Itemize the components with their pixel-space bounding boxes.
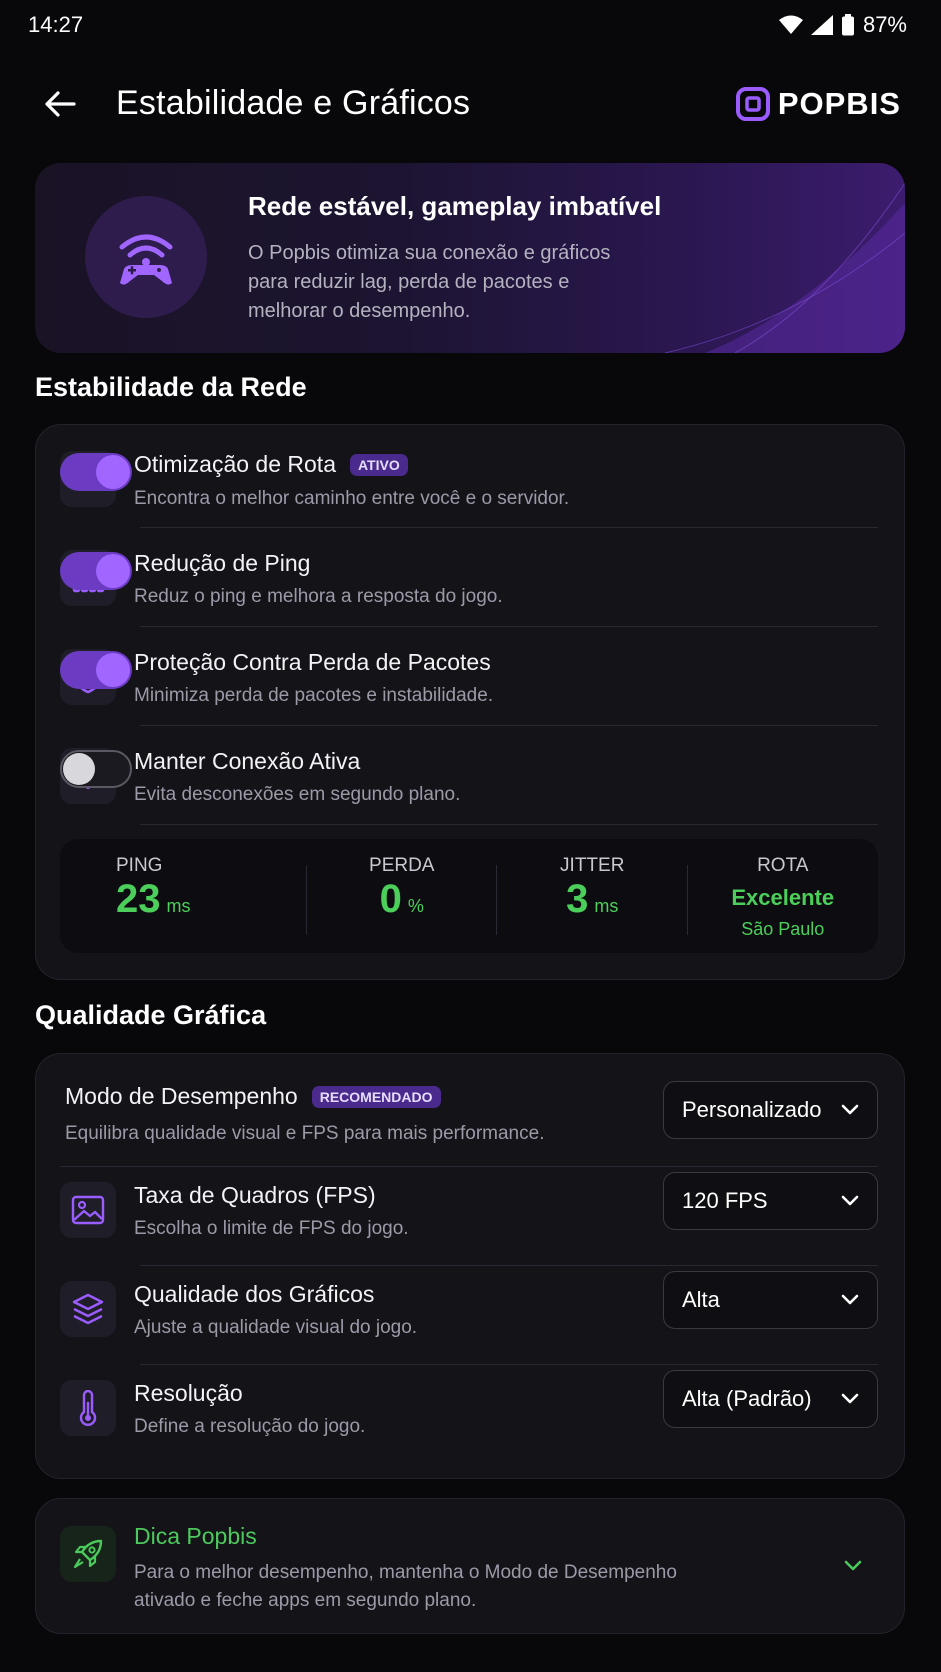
packet-loss-toggle[interactable] [60, 651, 132, 689]
route-optimization-row: Otimização de Rota ATIVO Encontra o melho… [60, 451, 878, 531]
divider [140, 626, 878, 627]
logo-text: POPBIS [777, 86, 901, 121]
loss-stat: PERDA 0% [307, 839, 497, 953]
battery-level: 87% [862, 12, 907, 37]
jitter-stat: JITTER 3 ms [497, 839, 688, 953]
toggle-knob [63, 753, 95, 785]
wifi-gamepad-icon [119, 234, 173, 285]
route-stat: ROTA Excelente São Paulo [688, 839, 879, 953]
route-optimization-toggle[interactable] [60, 453, 132, 491]
ping-unit: ms [166, 896, 191, 916]
status-icons: 87% [778, 12, 907, 38]
hero-wave-decoration [664, 182, 905, 353]
status-time: 14:27 [28, 12, 84, 37]
graphics-quality-subtitle: Ajuste a qualidade visual do jogo. [134, 1317, 418, 1338]
graphics-card: Modo de Desempenho RECOMENDADO Equilibra … [35, 1053, 905, 1479]
resolution-title: Resolução [134, 1380, 243, 1406]
recommended-badge: RECOMENDADO [311, 1085, 441, 1108]
performance-mode-title: Modo de Desempenho [65, 1083, 298, 1109]
jitter-unit: ms [594, 896, 619, 916]
chevron-down-icon [841, 1294, 859, 1305]
keep-alive-row: Manter Conexão Ativa Evita desconexões e… [60, 748, 878, 828]
tip-card[interactable]: Dica Popbis Para o melhor desempenho, ma… [35, 1498, 905, 1634]
hero-icon-circle [85, 196, 207, 318]
performance-mode-select[interactable]: Personalizado [663, 1081, 878, 1139]
route-quality: Excelente [731, 885, 835, 910]
performance-mode-subtitle: Equilibra qualidade visual e FPS para ma… [65, 1123, 545, 1144]
ping-reduction-title: Redução de Ping [134, 550, 311, 576]
chevron-down-icon [841, 1104, 859, 1115]
jitter-label: JITTER [560, 855, 625, 876]
network-section-title: Estabilidade da Rede [35, 372, 307, 402]
hero-banner: Rede estável, gameplay imbatível O Popbi… [35, 163, 905, 353]
divider [140, 725, 878, 726]
performance-mode-value: Personalizado [682, 1097, 822, 1122]
brand-logo: POPBIS [735, 86, 901, 122]
route-label: ROTA [757, 855, 809, 876]
keep-alive-subtitle: Evita desconexões em segundo plano. [134, 784, 461, 805]
thermometer-icon [60, 1380, 116, 1436]
chevron-down-icon[interactable] [844, 1560, 862, 1572]
divider [140, 1265, 878, 1266]
toggle-knob [96, 554, 130, 588]
divider [140, 527, 878, 528]
active-badge: ATIVO [349, 453, 408, 476]
resolution-select[interactable]: Alta (Padrão) [663, 1370, 878, 1428]
battery-icon [841, 14, 854, 36]
loss-unit: % [407, 896, 424, 916]
packet-loss-title: Proteção Contra Perda de Pacotes [134, 649, 491, 675]
back-arrow-icon[interactable] [40, 84, 80, 124]
jitter-value: 3 [566, 877, 589, 921]
performance-mode-row: Modo de Desempenho RECOMENDADO Equilibra … [65, 1081, 878, 1163]
ping-stat: PING 23 ms [60, 839, 307, 953]
packet-loss-row: Proteção Contra Perda de Pacotes Minimiz… [60, 649, 878, 729]
popbis-logo-icon [735, 87, 770, 121]
chevron-down-icon [841, 1195, 859, 1206]
loss-label: PERDA [369, 855, 435, 876]
loss-value: 0 [379, 877, 402, 921]
network-stats: PING 23 ms PERDA 0% JITTER 3 ms ROTA Excel… [60, 839, 878, 953]
divider [140, 824, 878, 825]
signal-icon [810, 15, 833, 35]
rocket-icon [60, 1526, 116, 1582]
wifi-status-icon [778, 15, 803, 34]
resolution-row: Resolução Define a resolução do jogo. Al… [60, 1370, 878, 1460]
layers-icon [60, 1281, 116, 1337]
divider [60, 1166, 878, 1167]
chevron-down-icon [841, 1393, 859, 1404]
divider [140, 1364, 878, 1365]
ping-reduction-subtitle: Reduz o ping e melhora a resposta do jog… [134, 586, 503, 607]
ping-reduction-toggle[interactable] [60, 552, 132, 590]
graphics-section-title: Qualidade Gráfica [35, 1000, 267, 1030]
keep-alive-title: Manter Conexão Ativa [134, 748, 361, 774]
graphics-quality-title: Qualidade dos Gráficos [134, 1281, 375, 1307]
tip-title: Dica Popbis [134, 1523, 257, 1549]
fps-value: 120 FPS [682, 1188, 768, 1213]
route-optimization-subtitle: Encontra o melhor caminho entre você e o… [134, 488, 570, 509]
hero-title: Rede estável, gameplay imbatível [248, 191, 662, 221]
route-location: São Paulo [741, 919, 825, 939]
graphics-quality-value: Alta [682, 1287, 720, 1312]
fps-subtitle: Escolha o limite de FPS do jogo. [134, 1218, 409, 1239]
fps-row: Taxa de Quadros (FPS) Escolha o limite d… [60, 1172, 878, 1262]
network-card: Otimização de Rota ATIVO Encontra o melho… [35, 424, 905, 980]
resolution-subtitle: Define a resolução do jogo. [134, 1416, 366, 1437]
image-icon [60, 1182, 116, 1238]
ping-label: PING [116, 855, 163, 876]
hero-description: O Popbis otimiza sua conexão e gráficos … [248, 242, 611, 322]
ping-reduction-row: Redução de Ping Reduz o ping e melhora a… [60, 550, 878, 630]
toggle-knob [96, 653, 130, 687]
route-optimization-title: Otimização de Rota [134, 451, 336, 477]
keep-alive-toggle[interactable] [60, 750, 132, 788]
graphics-quality-select[interactable]: Alta [663, 1271, 878, 1329]
page-title: Estabilidade e Gráficos [116, 84, 471, 122]
fps-title: Taxa de Quadros (FPS) [134, 1182, 376, 1208]
packet-loss-subtitle: Minimiza perda de pacotes e instabilidad… [134, 685, 494, 706]
resolution-value: Alta (Padrão) [682, 1386, 812, 1411]
tip-text: Para o melhor desempenho, mantenha o Mod… [134, 1562, 677, 1611]
fps-select[interactable]: 120 FPS [663, 1172, 878, 1230]
toggle-knob [96, 455, 130, 489]
ping-value: 23 [116, 877, 161, 921]
graphics-quality-row: Qualidade dos Gráficos Ajuste a qualidad… [60, 1271, 878, 1361]
